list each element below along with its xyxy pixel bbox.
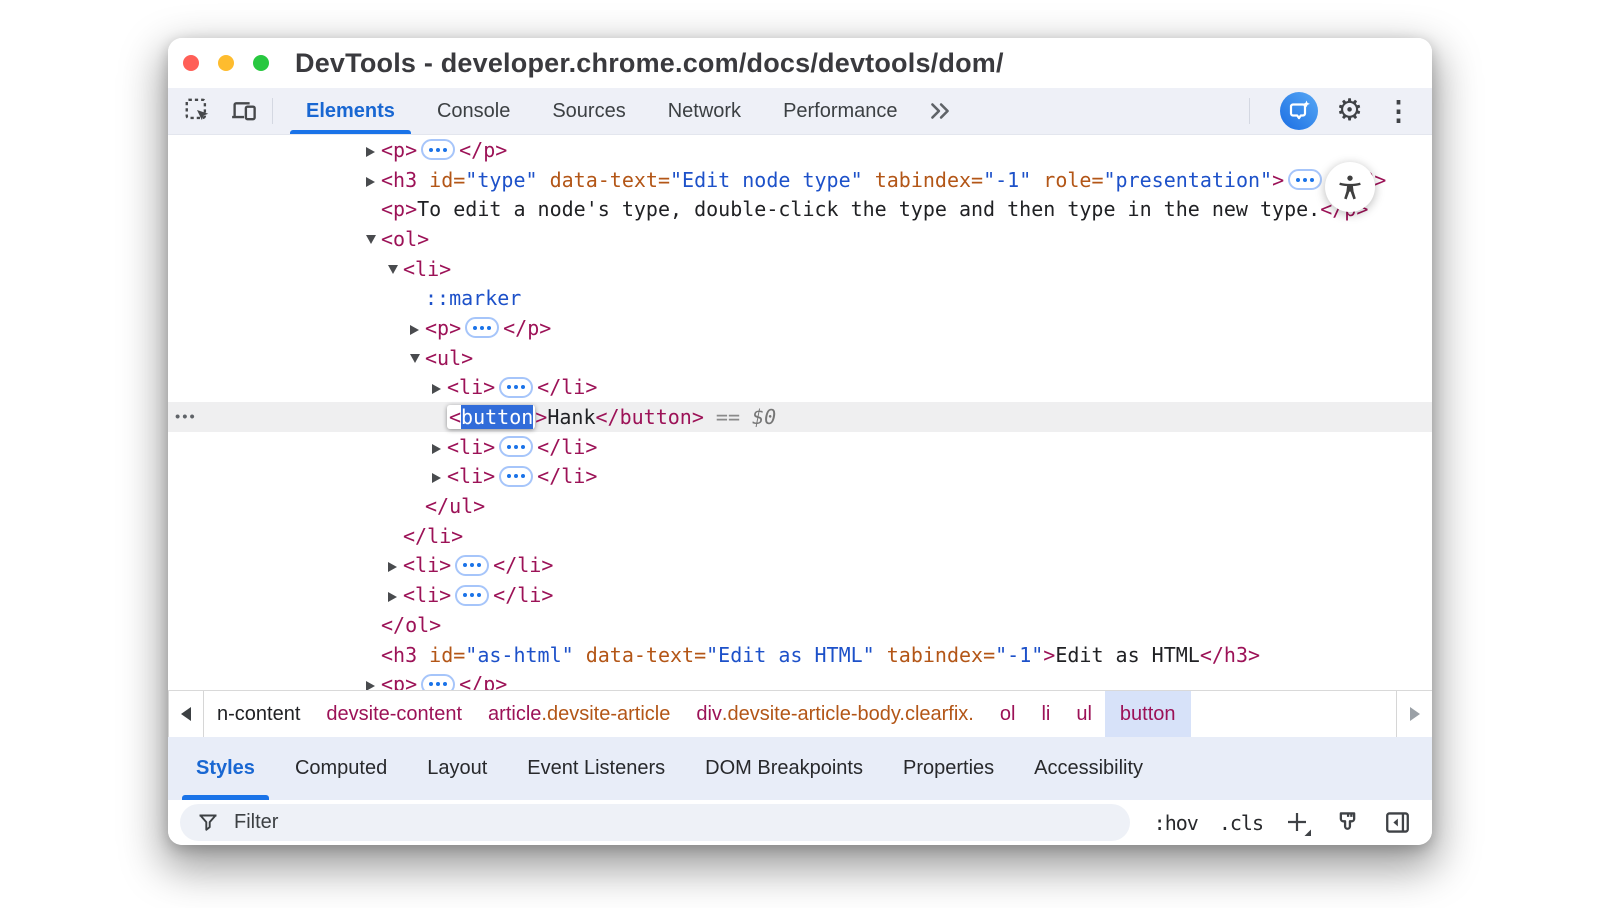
breadcrumb: n-content devsite-content article.devsite-… <box>204 691 1191 737</box>
breadcrumb-item[interactable]: button <box>1105 691 1191 737</box>
dom-tree-row[interactable]: <p></p> <box>168 313 1432 343</box>
dom-tree-row[interactable]: <li></li> <box>168 373 1432 403</box>
breadcrumb-item[interactable]: div.devsite-article-body.clearfix. <box>696 691 974 737</box>
dom-tree-row-selected[interactable]: <button>Hank</button> == $0 <box>168 402 1432 432</box>
expand-arrow-icon[interactable] <box>432 435 447 459</box>
filter-funnel-icon <box>196 811 220 835</box>
dom-tree-row[interactable]: <ol> <box>168 224 1432 254</box>
sidebar-tab-accessibility[interactable]: Accessibility <box>1014 737 1163 800</box>
dom-tree-row[interactable]: </li> <box>168 521 1432 551</box>
sidebar-tab-computed[interactable]: Computed <box>275 737 407 800</box>
breadcrumb-item[interactable]: article.devsite-article <box>488 691 670 737</box>
sidebar-tabs: StylesComputedLayoutEvent ListenersDOM B… <box>168 737 1432 800</box>
sidebar-tab-styles[interactable]: Styles <box>176 737 275 800</box>
tab-console[interactable]: Console <box>416 88 531 134</box>
toggle-element-state-button[interactable]: :hov <box>1154 811 1198 835</box>
dom-tree-row[interactable]: <p></p> <box>168 669 1432 690</box>
toolbar-divider <box>272 98 273 124</box>
expand-arrow-icon[interactable] <box>410 316 425 340</box>
breadcrumb-item[interactable]: li <box>1041 691 1050 737</box>
expand-arrow-icon[interactable] <box>366 138 381 162</box>
expand-arrow-icon[interactable] <box>388 257 403 281</box>
row-menu-dots-icon[interactable] <box>175 409 197 426</box>
breadcrumb-item[interactable]: ul <box>1076 691 1092 737</box>
dom-tree-row[interactable]: <h3 id="as-html" data-text="Edit as HTML… <box>168 640 1432 670</box>
inspect-icon[interactable] <box>182 95 214 127</box>
minimize-window-icon[interactable] <box>218 55 234 71</box>
more-tabs-icon[interactable] <box>927 98 953 124</box>
zoom-window-icon[interactable] <box>253 55 269 71</box>
breadcrumb-back-icon[interactable] <box>168 691 204 737</box>
expand-arrow-icon[interactable] <box>366 672 381 690</box>
expand-arrow-icon[interactable] <box>432 375 447 399</box>
accessibility-cursor-icon <box>1325 162 1375 212</box>
tab-network[interactable]: Network <box>647 88 762 134</box>
collapsed-children-ellipsis-button[interactable] <box>421 139 455 160</box>
breadcrumb-bar: n-content devsite-content article.devsite-… <box>168 690 1432 737</box>
collapsed-children-ellipsis-button[interactable] <box>455 555 489 576</box>
dom-tree-row[interactable]: </ul> <box>168 491 1432 521</box>
breadcrumb-item[interactable]: devsite-content <box>326 691 462 737</box>
traffic-lights <box>183 55 269 71</box>
collapsed-children-ellipsis-button[interactable] <box>455 585 489 606</box>
device-toolbar-icon[interactable] <box>228 95 260 127</box>
tag-name-edit-box[interactable]: <button <box>447 405 535 429</box>
expand-arrow-icon[interactable] <box>410 346 425 370</box>
dom-tree-row[interactable]: <li></li> <box>168 432 1432 462</box>
expand-arrow-icon[interactable] <box>388 583 403 607</box>
collapsed-children-ellipsis-button[interactable] <box>465 317 499 338</box>
collapsed-children-ellipsis-button[interactable] <box>421 674 455 690</box>
breadcrumb-forward-icon[interactable] <box>1396 691 1432 737</box>
element-classes-button[interactable]: .cls <box>1219 811 1263 835</box>
dom-tree-row[interactable]: <ul> <box>168 343 1432 373</box>
toggle-sidebar-icon[interactable] <box>1383 808 1412 837</box>
dom-tree-row[interactable]: <li></li> <box>168 580 1432 610</box>
kebab-menu-icon[interactable]: ⋮ <box>1381 98 1416 125</box>
tab-elements[interactable]: Elements <box>285 88 416 134</box>
sidebar-tab-properties[interactable]: Properties <box>883 737 1014 800</box>
dom-tree-row[interactable]: <li></li> <box>168 551 1432 581</box>
filter-placeholder: Filter <box>234 811 278 834</box>
devtools-toolbar: ElementsConsoleSourcesNetworkPerformance… <box>168 88 1432 135</box>
new-style-rule-icon[interactable] <box>1284 809 1312 837</box>
devtools-window: DevTools - developer.chrome.com/docs/dev… <box>168 38 1432 845</box>
expand-arrow-icon[interactable] <box>366 168 381 192</box>
dom-tree-row[interactable]: <p></p> <box>168 135 1432 165</box>
title-bar: DevTools - developer.chrome.com/docs/dev… <box>168 38 1432 88</box>
filter-input[interactable]: Filter <box>180 804 1130 841</box>
tab-performance[interactable]: Performance <box>762 88 919 134</box>
dom-tree-row[interactable]: </ol> <box>168 610 1432 640</box>
collapsed-children-ellipsis-button[interactable] <box>499 377 533 398</box>
dom-tree-row[interactable]: <li></li> <box>168 462 1432 492</box>
panel-tabs: ElementsConsoleSourcesNetworkPerformance <box>285 88 919 134</box>
close-window-icon[interactable] <box>183 55 199 71</box>
toolbar-right-divider <box>1249 98 1250 124</box>
breadcrumb-item[interactable]: ol <box>1000 691 1016 737</box>
tab-sources[interactable]: Sources <box>531 88 646 134</box>
expand-arrow-icon[interactable] <box>366 227 381 251</box>
settings-gear-icon[interactable]: ⚙ <box>1336 96 1363 126</box>
dom-tree-row[interactable]: <h3 id="type" data-text="Edit node type"… <box>168 165 1432 195</box>
dom-tree-row[interactable]: ::marker <box>168 283 1432 313</box>
breadcrumb-item[interactable]: n-content <box>217 691 300 737</box>
collapsed-children-ellipsis-button[interactable] <box>1288 169 1322 190</box>
dom-tree-row[interactable]: <p>To edit a node's type, double-click t… <box>168 194 1432 224</box>
dom-tree: <p></p><h3 id="type" data-text="Edit nod… <box>168 135 1432 690</box>
collapsed-children-ellipsis-button[interactable] <box>499 466 533 487</box>
expand-arrow-icon[interactable] <box>432 464 447 488</box>
ai-assistance-icon[interactable] <box>1280 92 1318 130</box>
collapsed-children-ellipsis-button[interactable] <box>499 436 533 457</box>
styles-filter-bar: Filter :hov .cls <box>168 800 1432 845</box>
sidebar-tab-layout[interactable]: Layout <box>407 737 507 800</box>
window-title: DevTools - developer.chrome.com/docs/dev… <box>295 48 1004 79</box>
dom-tree-row[interactable]: <li> <box>168 254 1432 284</box>
sidebar-tab-event-listeners[interactable]: Event Listeners <box>507 737 685 800</box>
expand-arrow-icon[interactable] <box>388 553 403 577</box>
brush-icon[interactable] <box>1333 808 1362 837</box>
sidebar-tab-dom-breakpoints[interactable]: DOM Breakpoints <box>685 737 883 800</box>
